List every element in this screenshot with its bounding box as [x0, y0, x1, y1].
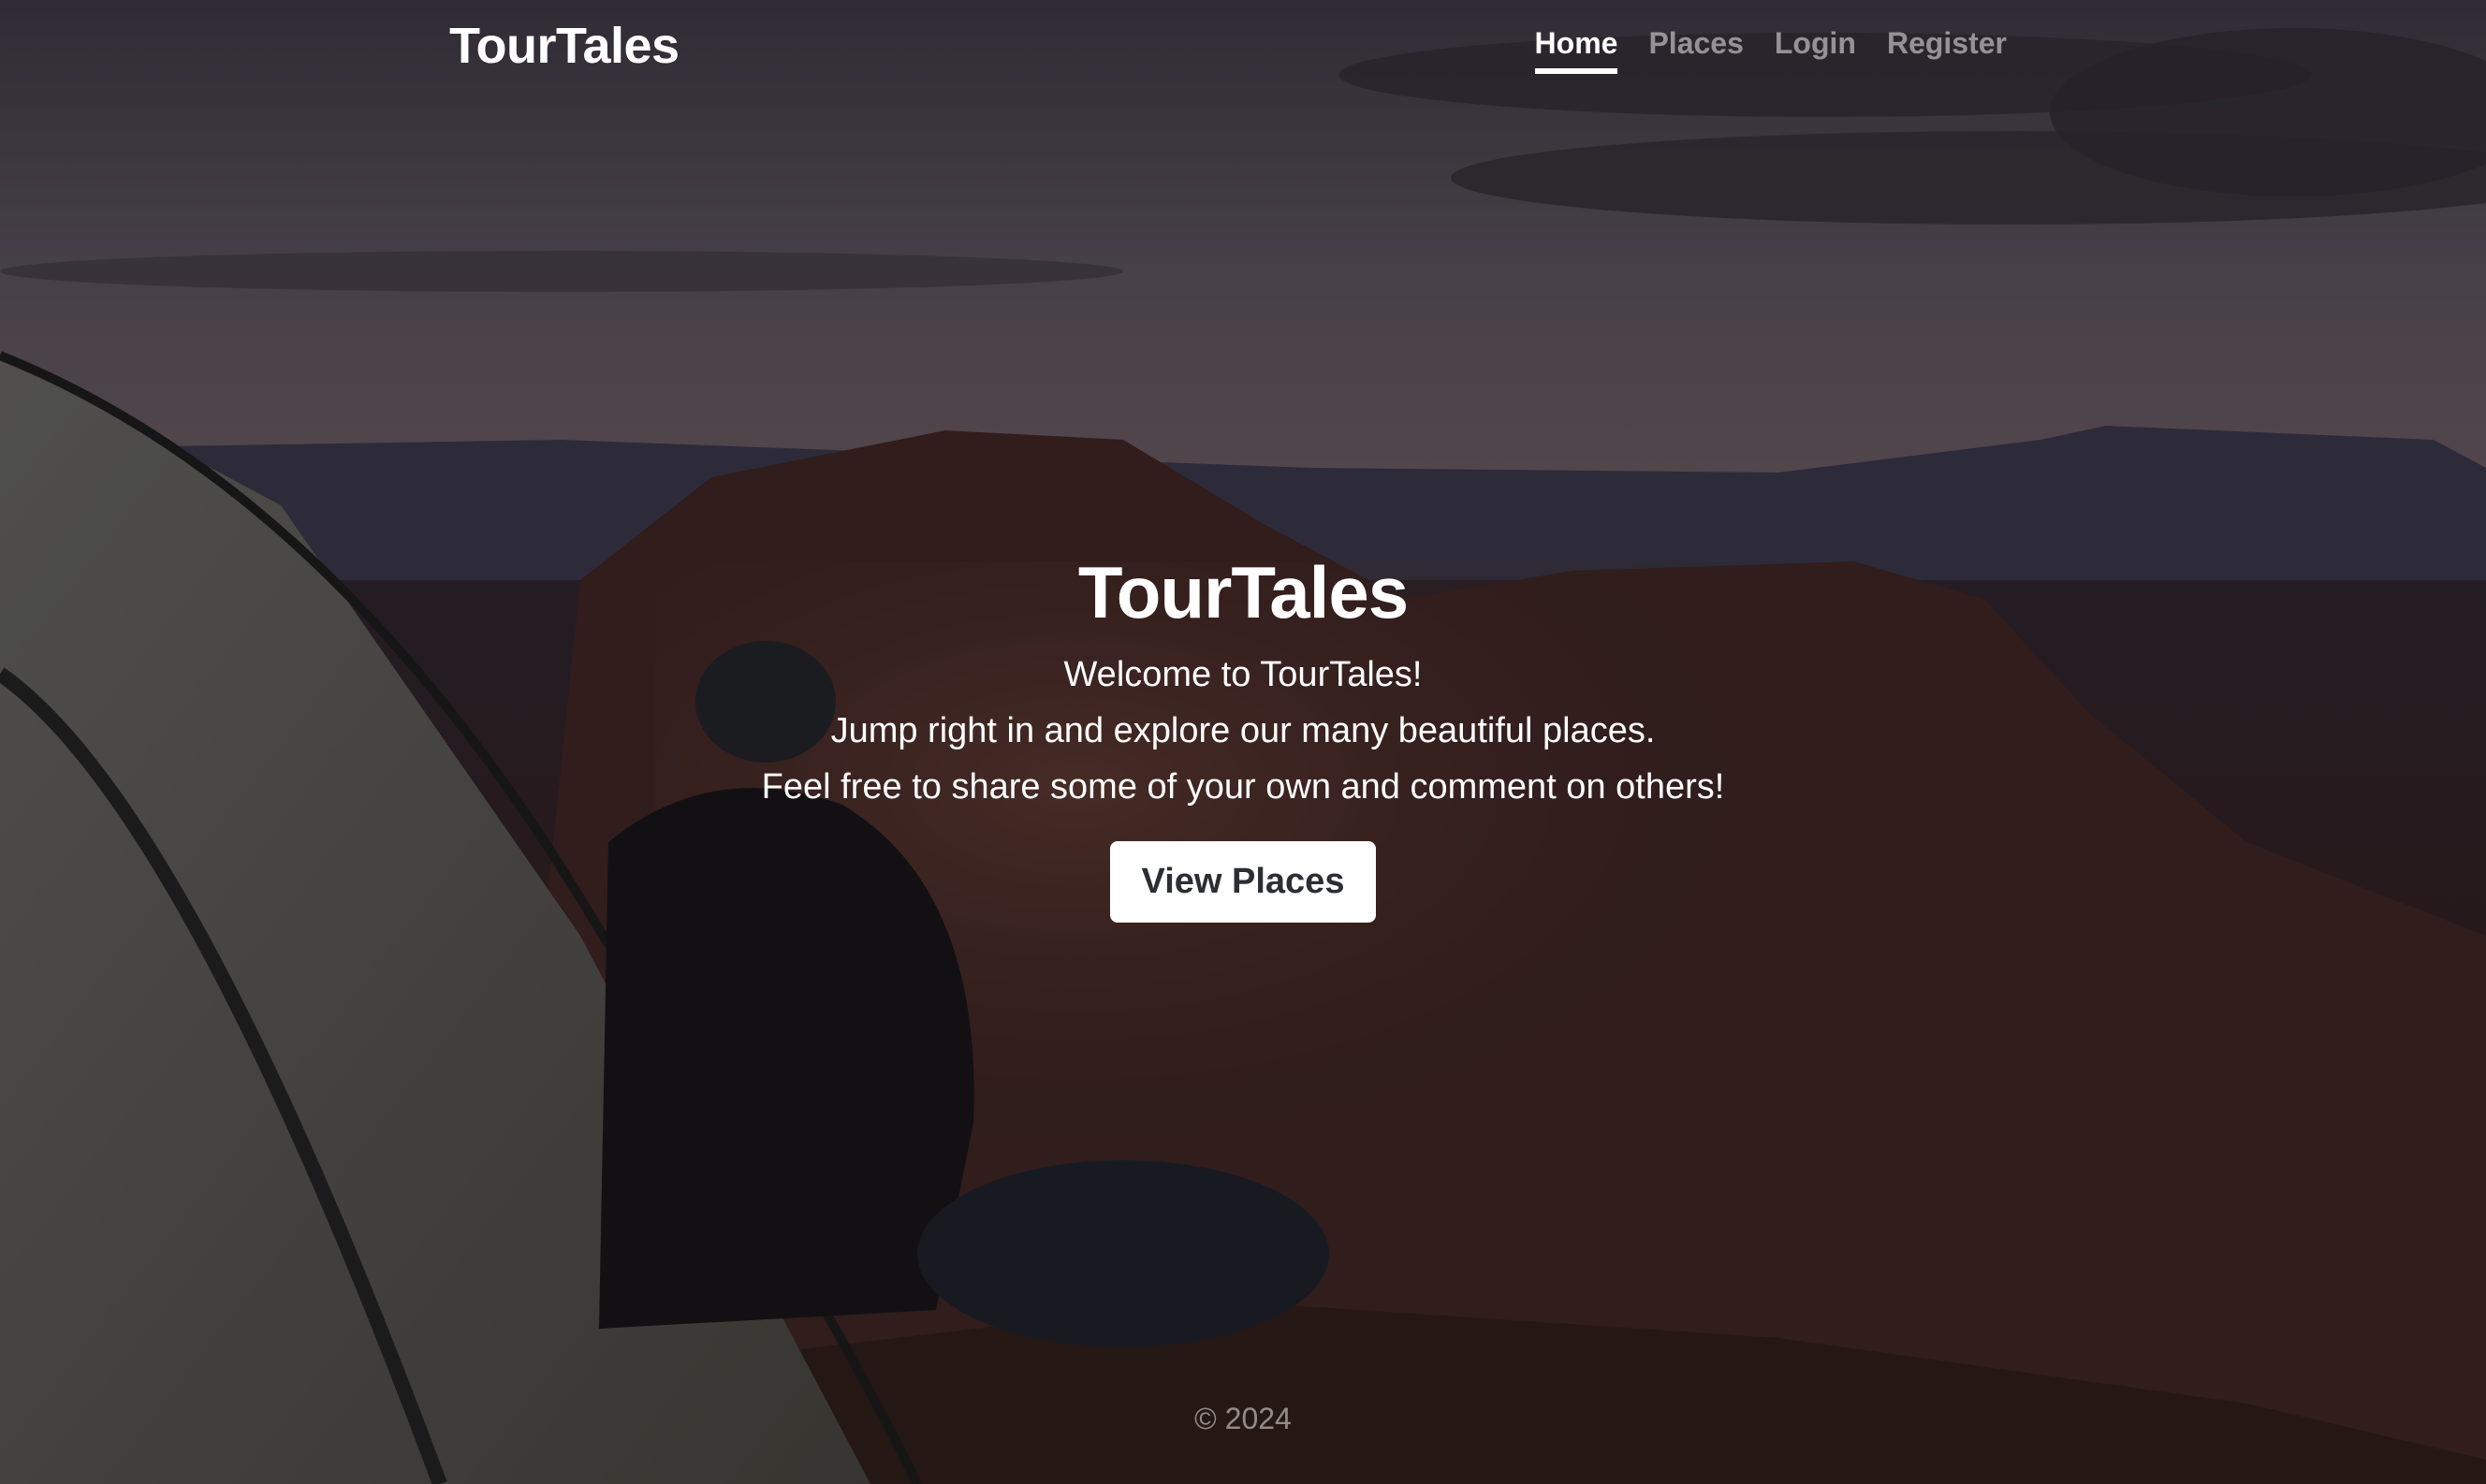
site-header: TourTales Home Places Login Register	[0, 0, 2486, 94]
view-places-button[interactable]: View Places	[1109, 841, 1377, 923]
hero-line-welcome: Welcome to TourTales!	[1063, 655, 1423, 694]
nav-link-login[interactable]: Login	[1775, 26, 1856, 74]
main-nav: Home Places Login Register	[1534, 26, 2007, 74]
nav-link-places[interactable]: Places	[1648, 26, 1743, 74]
nav-link-register[interactable]: Register	[1887, 26, 2007, 74]
nav-link-home[interactable]: Home	[1534, 26, 1618, 74]
copyright-text: © 2024	[1194, 1402, 1292, 1435]
hero-description: Welcome to TourTales! Jump right in and …	[0, 647, 2486, 815]
hero-title: TourTales	[1077, 551, 1409, 633]
site-footer: © 2024	[0, 1402, 2486, 1436]
hero-section: TourTales Welcome to TourTales! Jump rig…	[0, 547, 2486, 923]
hero-line-share: Feel free to share some of your own and …	[761, 767, 1725, 807]
hero-line-explore: Jump right in and explore our many beaut…	[830, 711, 1656, 750]
brand-logo-link[interactable]: TourTales	[449, 17, 680, 75]
